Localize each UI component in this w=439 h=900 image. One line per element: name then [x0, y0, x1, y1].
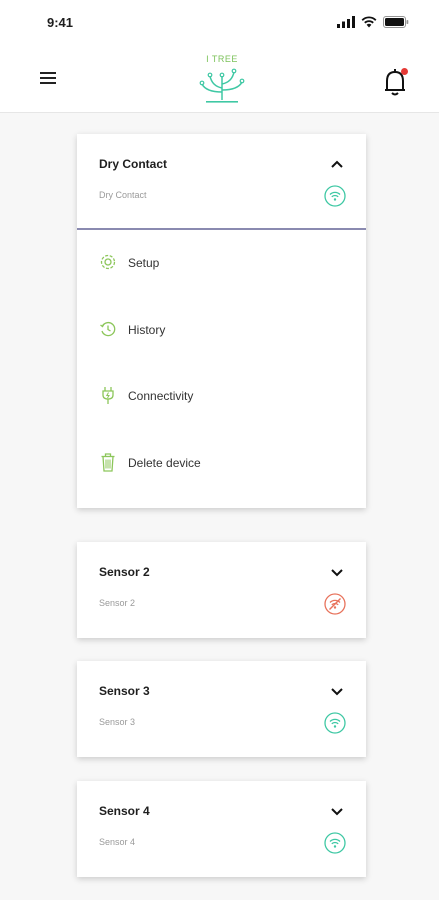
chevron-up-icon[interactable]: [330, 159, 344, 169]
gear-icon: [100, 254, 116, 270]
device-subtitle: Dry Contact: [99, 190, 147, 200]
chevron-down-icon[interactable]: [330, 686, 344, 696]
device-card-expanded: Dry Contact Dry Contact Setup History Co…: [77, 134, 366, 508]
menu-item-connectivity[interactable]: Connectivity: [77, 363, 366, 430]
menu-item-label: Delete device: [128, 455, 201, 470]
status-icons: [337, 16, 409, 28]
status-bar: 9:41: [0, 0, 439, 46]
device-menu: Setup History Connectivity Delete device: [77, 230, 366, 508]
device-subtitle: Sensor 3: [99, 717, 136, 727]
device-card: Sensor 2 Sensor 2: [77, 542, 366, 638]
device-card: Sensor 4 Sensor 4: [77, 781, 366, 877]
device-card-header[interactable]: Sensor 4 Sensor 4: [77, 781, 366, 877]
menu-item-label: History: [128, 322, 166, 337]
history-icon: [100, 321, 116, 336]
menu-item-delete-device[interactable]: Delete device: [77, 430, 366, 497]
tree-logo-icon: [199, 68, 245, 103]
notification-dot: [401, 68, 408, 75]
app-header: I TREE: [0, 46, 439, 113]
device-card-header[interactable]: Sensor 2 Sensor 2: [77, 542, 366, 638]
chevron-down-icon[interactable]: [330, 806, 344, 816]
wifi-offline-icon: [324, 593, 346, 615]
device-subtitle: Sensor 4: [99, 837, 136, 847]
notifications-button[interactable]: [381, 66, 411, 98]
menu-item-label: Connectivity: [128, 389, 194, 403]
plug-icon: [102, 387, 114, 404]
menu-item-label: Setup: [128, 256, 160, 270]
wifi-status-icon: [361, 16, 377, 28]
device-title: Sensor 3: [99, 684, 150, 698]
menu-item-history[interactable]: History: [77, 297, 366, 364]
cellular-signal-icon: [337, 16, 355, 28]
menu-item-setup[interactable]: Setup: [77, 230, 366, 297]
wifi-online-icon: [324, 185, 346, 207]
device-card-header[interactable]: Sensor 3 Sensor 3: [77, 661, 366, 757]
wifi-online-icon: [324, 832, 346, 854]
status-time: 9:41: [47, 15, 74, 30]
battery-icon: [383, 16, 409, 28]
device-card-header[interactable]: Dry Contact Dry Contact: [77, 134, 366, 230]
device-title: Sensor 4: [99, 804, 150, 818]
device-title: Sensor 2: [99, 565, 150, 579]
itree-logo: I TREE: [196, 54, 248, 106]
wifi-online-icon: [324, 712, 346, 734]
chevron-down-icon[interactable]: [330, 567, 344, 577]
device-card: Sensor 3 Sensor 3: [77, 661, 366, 757]
device-title: Dry Contact: [99, 157, 168, 171]
hamburger-menu-icon[interactable]: [38, 70, 58, 86]
trash-icon: [101, 452, 115, 472]
device-subtitle: Sensor 2: [99, 598, 136, 608]
